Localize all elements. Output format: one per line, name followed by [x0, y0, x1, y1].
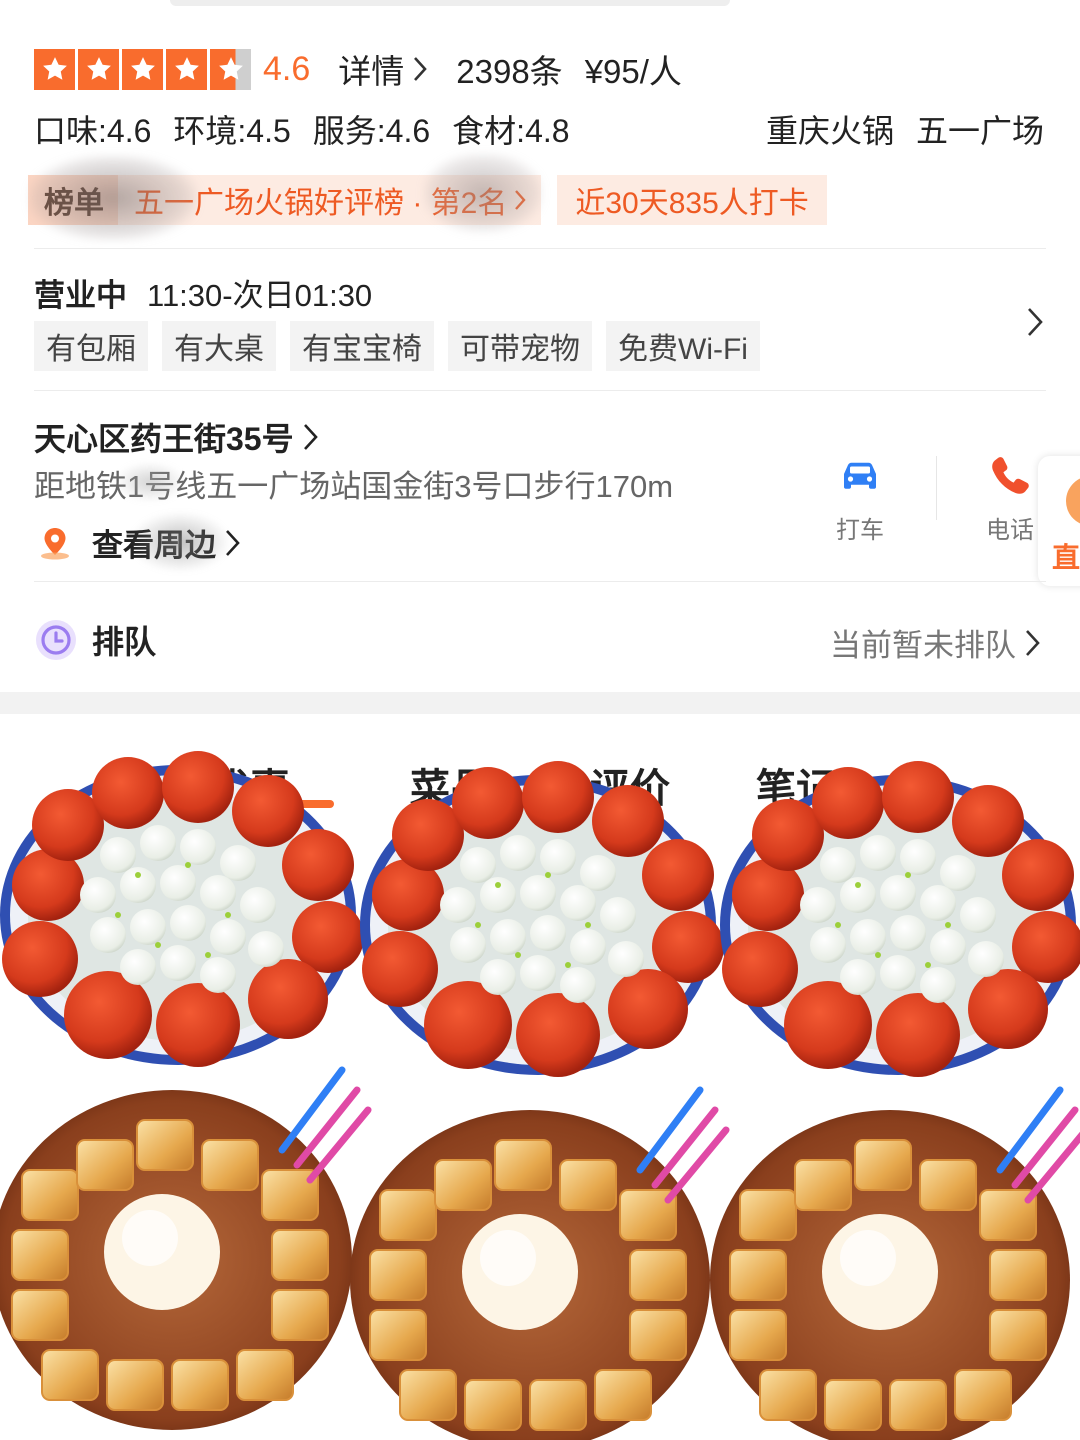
environment-score: 环境:4.5: [173, 113, 291, 149]
clock-icon: [36, 620, 76, 660]
half-star-icon: [210, 48, 251, 90]
car-icon: [844, 462, 876, 489]
taxi-label: 打车: [836, 517, 884, 544]
address-link[interactable]: 天心区药王街35号: [34, 414, 320, 460]
facility-tags: 有包厢 有大桌 有宝宝椅 可带宠物 免费Wi-Fi: [34, 321, 760, 371]
chevron-right-icon: [1026, 629, 1040, 656]
business-hours[interactable]: 营业中 11:30-次日01:30: [34, 270, 372, 315]
top-bar-edge: [170, 0, 730, 6]
live-card[interactable]: 直: [1038, 456, 1080, 586]
privacy-blur: [115, 462, 185, 502]
divider: [34, 581, 1046, 582]
divider: [34, 390, 1046, 391]
taxi-button[interactable]: 打车: [836, 452, 884, 545]
rating-stars: [34, 48, 251, 90]
taste-score: 口味:4.6: [34, 113, 152, 149]
phone-button[interactable]: 电话: [986, 452, 1034, 545]
queue-row[interactable]: 排队: [34, 617, 156, 663]
service-score: 服务:4.6: [312, 113, 431, 149]
privacy-blur: [28, 155, 198, 241]
facility-tag: 有宝宝椅: [290, 321, 434, 371]
section-gap: [0, 692, 1080, 714]
chevron-right-icon: [414, 57, 428, 81]
food-stickers: [0, 751, 1080, 1440]
facility-tag: 有包厢: [34, 321, 148, 371]
detail-label: 详情: [338, 53, 405, 90]
star-icon: [34, 48, 75, 90]
review-count[interactable]: 2398条: [456, 45, 562, 93]
chevron-right-icon[interactable]: [1026, 306, 1044, 338]
facility-tag: 有大桌: [162, 321, 276, 371]
phone-icon: [992, 457, 1029, 494]
location-pin-icon: [41, 527, 69, 559]
star-icon: [78, 48, 119, 90]
privacy-blur: [130, 512, 230, 572]
address-street: 天心区药王街35号: [34, 421, 294, 457]
rating-score: 4.6: [263, 49, 311, 88]
star-icon: [122, 48, 163, 90]
queue-status[interactable]: 当前暂未排队: [830, 620, 1042, 665]
subscores-row: 口味:4.6 环境:4.5 服务:4.6 食材:4.8 重庆火锅 五一广场: [34, 106, 1044, 152]
live-label: 直: [1052, 542, 1080, 573]
facility-tag: 免费Wi-Fi: [606, 321, 760, 371]
ranking-row: 榜单 五一广场火锅好评榜 · 第2名 近30天835人打卡: [28, 153, 827, 241]
queue-status-text: 当前暂未排队: [830, 628, 1016, 663]
divider: [34, 248, 1046, 249]
rating-detail-link[interactable]: 详情: [338, 45, 428, 93]
open-status: 营业中: [34, 278, 127, 313]
ingredients-score: 食材:4.8: [452, 113, 570, 149]
privacy-blur: [423, 153, 543, 233]
price-per-person: ¥95/人: [584, 53, 682, 90]
rating-row: 4.6 详情 2398条 ¥95/人: [34, 44, 682, 94]
phone-label: 电话: [986, 517, 1034, 544]
facility-tag: 可带宠物: [448, 321, 592, 371]
hours-time: 11:30-次日01:30: [147, 278, 373, 313]
checkin-badge[interactable]: 近30天835人打卡: [557, 175, 827, 225]
star-icon: [166, 48, 207, 90]
cuisine-category[interactable]: 重庆火锅: [766, 106, 894, 152]
chevron-right-icon: [303, 424, 318, 450]
divider: [936, 456, 937, 520]
live-avatar: [1066, 476, 1080, 526]
area-category[interactable]: 五一广场: [916, 106, 1044, 152]
queue-label: 排队: [92, 624, 157, 660]
